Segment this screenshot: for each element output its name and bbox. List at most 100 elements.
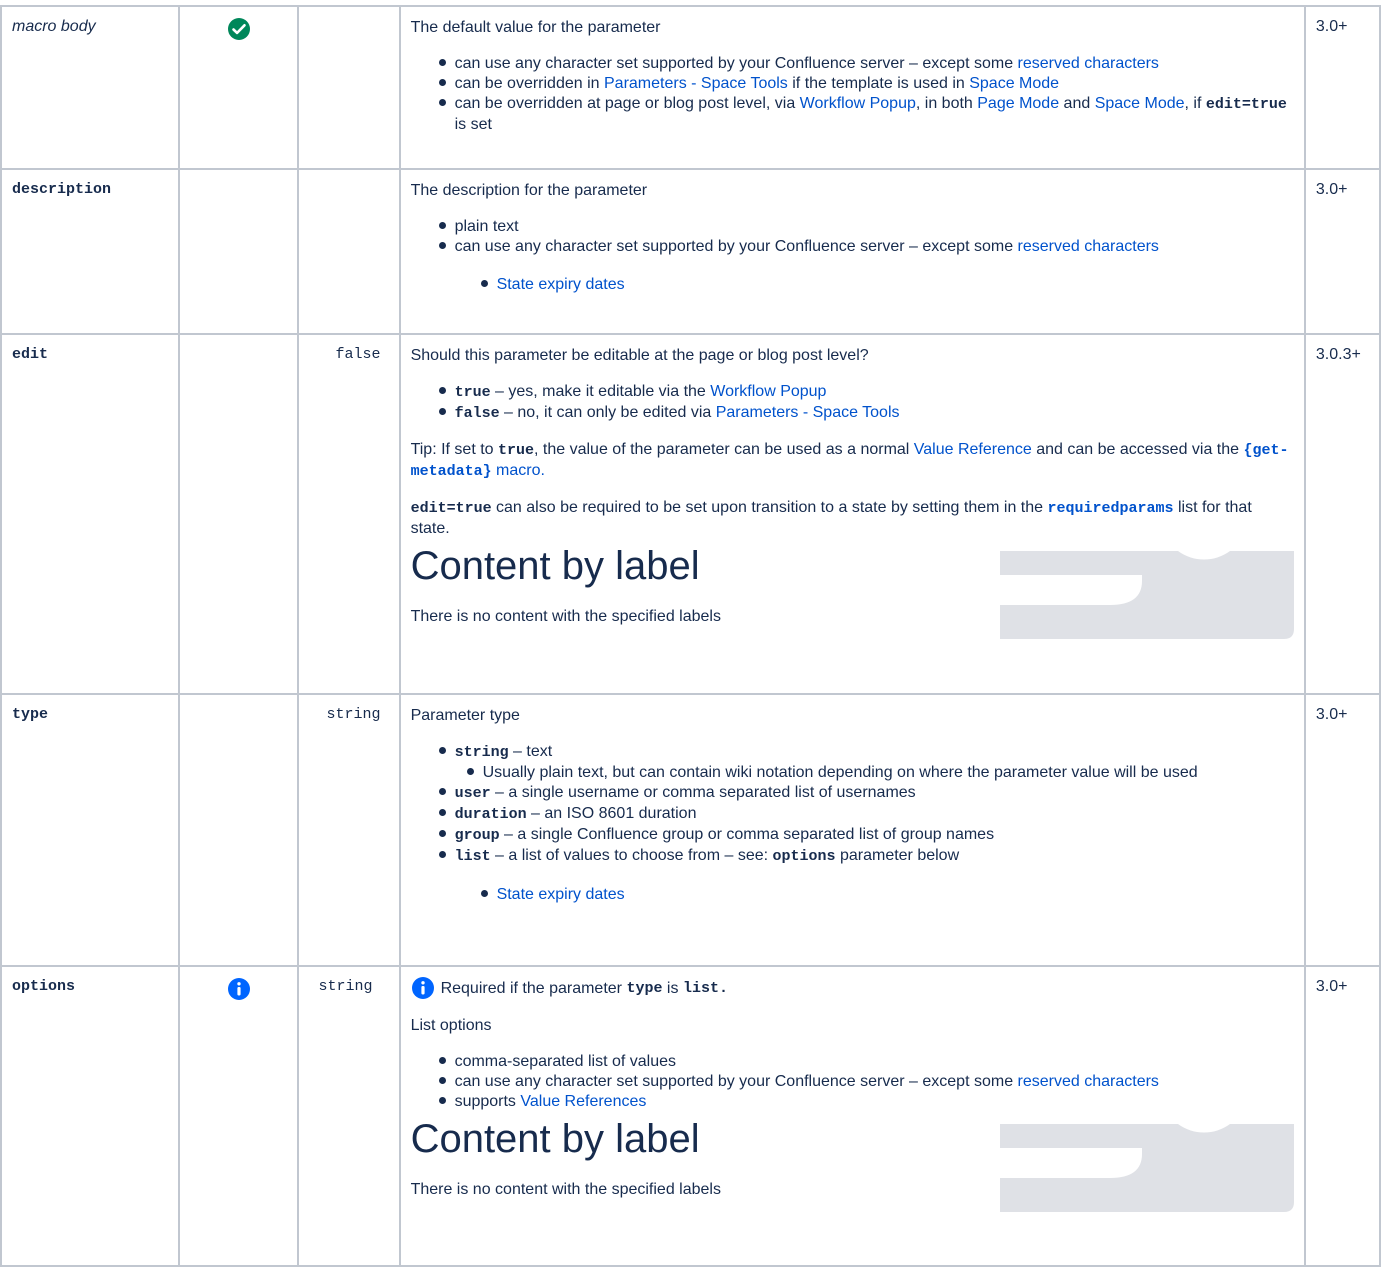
list-item-text: can use any character set supported by y… [454,55,1018,72]
list-item-text: is set [454,116,492,133]
table-row: options string Required if the parameter… [0,965,1382,1267]
list-item: group – a single Confluence group or com… [438,825,1294,846]
table-row: description The description for the para… [0,168,1382,335]
link-state-expiry-dates[interactable]: State expiry dates [497,886,625,903]
link-parameters-space-tools[interactable]: Parameters - Space Tools [604,75,788,92]
param-version: 3.0+ [1315,978,1348,995]
bullet-list: can use any character set supported by y… [411,54,1294,135]
param-default [299,7,398,18]
link-page-mode[interactable]: Page Mode [977,95,1059,112]
link-reserved-characters[interactable]: reserved characters [1018,1073,1159,1090]
param-name: macro body [12,18,96,35]
info-text: is [666,980,679,997]
list-item: duration – an ISO 8601 duration [438,804,1294,825]
list-item: can use any character set supported by y… [438,1072,1294,1092]
list-item: can be overridden at page or blog post l… [438,94,1294,135]
note-text: can also be required to be set upon tran… [491,499,1048,516]
bullet-list: plain text can use any character set sup… [411,217,1294,257]
link-state-expiry-dates[interactable]: State expiry dates [497,276,625,293]
inline-code: group [454,827,500,844]
info-text: Required if the parameter [440,980,622,997]
list-item-text: – an ISO 8601 duration [526,805,697,822]
tip-text: Tip: If set to [410,441,498,458]
link-requiredparams[interactable]: requiredparams [1047,500,1173,517]
bullet-list: comma-separated list of values can use a… [411,1052,1294,1112]
sub-list: Usually plain text, but can contain wiki… [455,763,1294,783]
list-item-text: parameter below [835,847,960,864]
inline-code: edit=true [410,500,492,517]
link-value-references[interactable]: Value References [520,1093,646,1110]
list-item-text: supports [454,1093,521,1110]
table-row: edit false Should this parameter be edit… [0,333,1382,695]
list-item: list – a list of values to choose from –… [438,846,1294,867]
param-version: 3.0+ [1315,181,1348,198]
param-name: edit [12,346,49,363]
inline-code: list. [682,980,728,997]
list-item-text: , if [1184,95,1206,112]
list-item: user – a single username or comma separa… [438,783,1294,804]
list-item: true – yes, make it editable via the Wor… [438,382,1294,403]
inline-code: type [626,980,663,997]
content-by-label: Content by label There is no content wit… [411,543,1294,643]
list-item: State expiry dates [480,885,1294,905]
list-item: State expiry dates [480,275,1294,295]
parameters-table: macro body The default value for the par… [0,5,1382,1267]
info-note: Required if the parameter type is list. [411,977,1294,1000]
inline-code: duration [454,806,527,823]
param-version: 3.0+ [1315,706,1348,723]
param-version: 3.0.3+ [1315,346,1361,363]
list-item-text: and [1059,95,1095,112]
info-circle-icon [227,977,251,1006]
list-item-text: can be overridden at page or blog post l… [454,95,800,112]
tip-text: and can be accessed via the [1031,441,1244,458]
table-row: macro body The default value for the par… [0,5,1382,170]
param-description: The default value for the parameter [410,19,661,36]
list-item: plain text [438,217,1294,237]
link-workflow-popup[interactable]: Workflow Popup [800,95,916,112]
list-item: can use any character set supported by y… [438,54,1294,74]
list-item-text: – a single username or comma separated l… [490,784,916,801]
list-item: can use any character set supported by y… [438,237,1294,257]
list-item-text: – text [508,743,553,760]
list-item-text: – a list of values to choose from – see: [490,847,773,864]
link-space-mode[interactable]: Space Mode [1095,95,1185,112]
check-circle-icon [227,17,251,46]
inline-code: string [454,744,509,761]
note-paragraph: edit=true can also be required to be set… [411,498,1294,539]
param-description: Parameter type [410,707,520,724]
list-item-text: can use any character set supported by y… [454,1073,1018,1090]
list-item-text: can be overridden in [454,75,604,92]
list-item: Usually plain text, but can contain wiki… [466,763,1294,783]
list-item: false – no, it can only be edited via Pa… [438,403,1294,424]
param-name: type [12,706,49,723]
link-value-reference[interactable]: Value Reference [914,441,1032,458]
list-item-text: – yes, make it editable via the [490,383,711,400]
link-workflow-popup[interactable]: Workflow Popup [710,383,826,400]
link-reserved-characters[interactable]: reserved characters [1018,238,1159,255]
param-name: options [12,978,76,995]
tip-paragraph: Tip: If set to true, the value of the pa… [411,440,1294,482]
list-item-text: can use any character set supported by y… [454,238,1018,255]
table-row: type string Parameter type string – text… [0,693,1382,967]
inline-code: true [498,442,535,459]
info-circle-icon [411,977,436,1000]
list-item-text: , in both [915,95,978,112]
param-description: The description for the parameter [410,182,648,199]
list-item: string – text Usually plain text, but ca… [438,742,1294,783]
param-description: List options [410,1017,492,1034]
param-description: Should this parameter be editable at the… [410,347,869,364]
param-default: string [318,978,373,995]
link-parameters-space-tools[interactable]: Parameters - Space Tools [716,404,900,421]
list-item: comma-separated list of values [438,1052,1294,1072]
inline-code: false [454,405,500,422]
list-item-text: if the template is used in [787,75,970,92]
link-macro[interactable]: macro. [492,462,545,479]
link-space-mode[interactable]: Space Mode [969,75,1059,92]
link-reserved-characters[interactable]: reserved characters [1018,55,1159,72]
bullet-list: string – text Usually plain text, but ca… [411,742,1294,867]
empty-state-illustration [999,551,1294,639]
empty-state-illustration [999,1124,1294,1212]
param-name: description [12,181,112,198]
inline-code: edit=true [1205,96,1287,113]
list-item-text: – a single Confluence group or comma sep… [499,826,995,843]
